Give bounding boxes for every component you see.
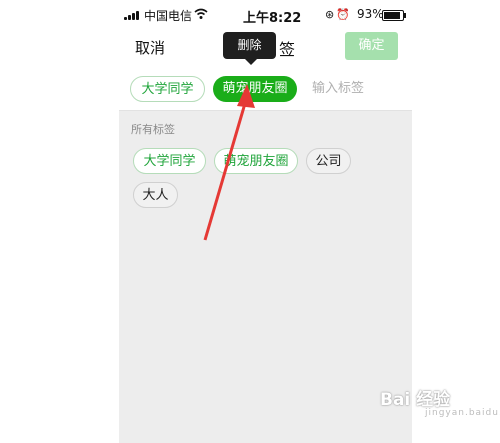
watermark-logo: Bai 经验 — [380, 390, 451, 410]
watermark-url: jingyan.baidu.com — [425, 408, 500, 418]
red-arrow-annotation — [203, 84, 255, 241]
